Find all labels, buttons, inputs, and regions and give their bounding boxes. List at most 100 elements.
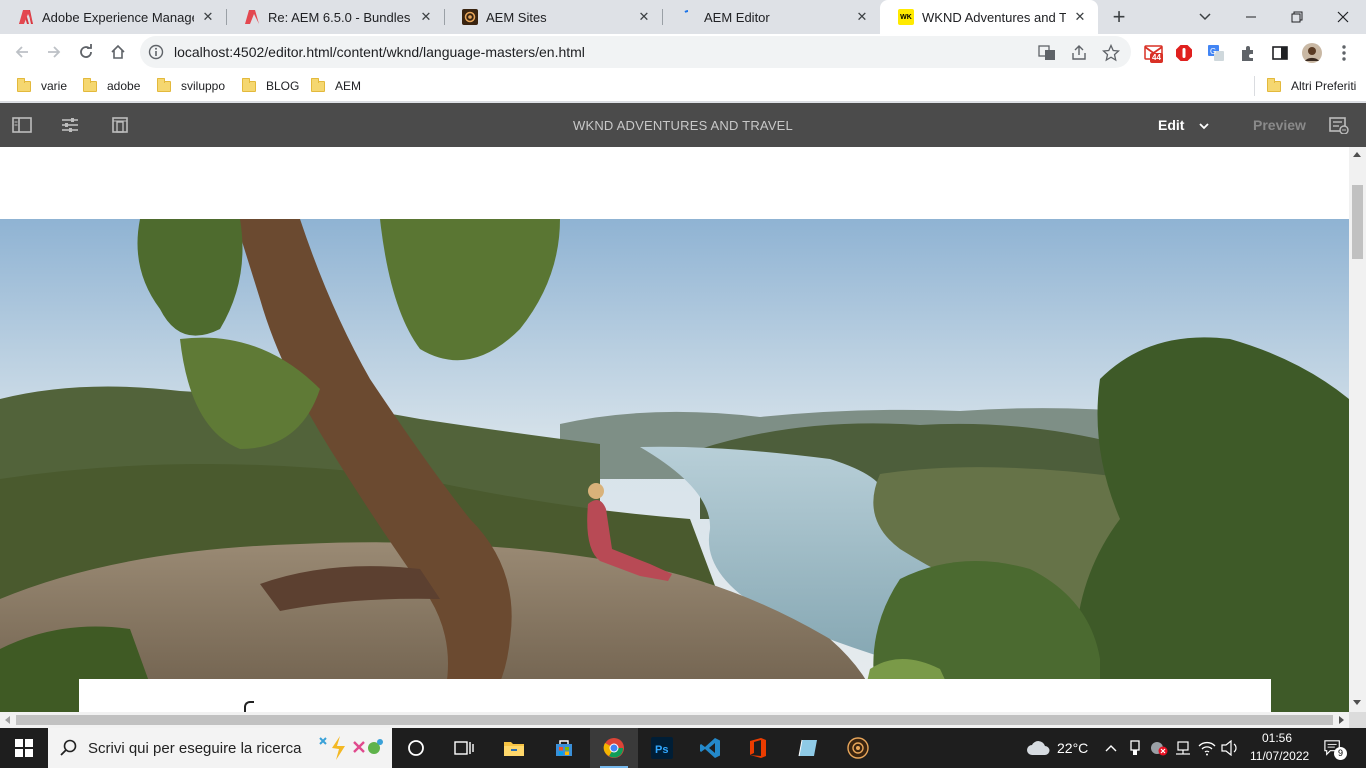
usb-device-icon[interactable] bbox=[1126, 739, 1144, 757]
vertical-scrollbar[interactable] bbox=[1349, 147, 1366, 712]
share-icon[interactable] bbox=[1070, 44, 1088, 62]
bookmark-folder-other[interactable]: Altri Preferiti bbox=[1267, 76, 1356, 96]
adblock-extension-icon[interactable] bbox=[1174, 43, 1194, 63]
forward-icon[interactable] bbox=[38, 36, 70, 68]
tab-title: Adobe Experience Manager W bbox=[42, 9, 194, 25]
scroll-right-icon[interactable] bbox=[1339, 716, 1344, 724]
aem-taskbar-icon[interactable] bbox=[834, 728, 882, 768]
site-info-icon[interactable] bbox=[148, 44, 164, 60]
bookmarks-bar: varie adobe sviluppo BLOG AEM Altri Pref… bbox=[0, 70, 1366, 102]
bookmark-label: BLOG bbox=[266, 79, 300, 93]
minimize-icon[interactable] bbox=[1231, 0, 1271, 34]
page-canvas[interactable] bbox=[0, 147, 1349, 712]
bookmark-folder-adobe[interactable]: adobe bbox=[83, 76, 140, 96]
translate-extension-icon[interactable]: G bbox=[1206, 43, 1226, 63]
adobe-icon bbox=[18, 9, 34, 25]
bookmark-folder-blog[interactable]: BLOG bbox=[242, 76, 299, 96]
security-alert-icon[interactable] bbox=[1150, 739, 1168, 757]
edit-mode-button[interactable]: Edit bbox=[1158, 117, 1184, 133]
scroll-thumb[interactable] bbox=[1352, 185, 1363, 259]
close-icon[interactable]: ✕ bbox=[1072, 9, 1088, 25]
bookmark-folder-varie[interactable]: varie bbox=[17, 76, 67, 96]
notification-badge: 9 bbox=[1334, 747, 1347, 760]
tab-title: AEM Editor bbox=[704, 9, 770, 25]
tab-title: WKND Adventures and Trave bbox=[922, 9, 1066, 25]
horizontal-scrollbar[interactable] bbox=[0, 712, 1349, 728]
file-explorer-icon[interactable] bbox=[490, 728, 538, 768]
folder-icon bbox=[157, 77, 171, 92]
svg-text:G: G bbox=[1210, 47, 1216, 56]
profile-avatar[interactable] bbox=[1302, 43, 1322, 63]
close-icon[interactable]: ✕ bbox=[854, 9, 870, 25]
bookmarks-divider bbox=[1254, 76, 1255, 96]
tab-search-icon[interactable] bbox=[1185, 0, 1225, 34]
chrome-taskbar-icon[interactable] bbox=[590, 728, 638, 768]
window-close-icon[interactable] bbox=[1323, 0, 1363, 34]
scroll-left-icon[interactable] bbox=[5, 716, 10, 724]
back-icon[interactable] bbox=[6, 36, 38, 68]
heading-fragment bbox=[244, 701, 254, 712]
restore-icon[interactable] bbox=[1277, 0, 1317, 34]
clock-date[interactable]: 11/07/2022 bbox=[1250, 749, 1309, 763]
aem-editor-toolbar: WKND ADVENTURES AND TRAVEL Edit Preview bbox=[0, 103, 1366, 147]
windows-taskbar: Scrivi qui per eseguire la ricerca Ps 22… bbox=[0, 728, 1366, 768]
scroll-thumb[interactable] bbox=[16, 715, 1333, 725]
close-icon[interactable]: ✕ bbox=[636, 9, 652, 25]
annotations-icon[interactable] bbox=[1328, 115, 1350, 135]
aem-icon bbox=[462, 9, 478, 25]
adobe-icon bbox=[244, 9, 260, 25]
browser-tab[interactable]: AEM Editor ✕ bbox=[662, 0, 880, 34]
folder-icon bbox=[311, 77, 325, 92]
app-icon[interactable] bbox=[784, 728, 832, 768]
bookmark-label: Altri Preferiti bbox=[1291, 79, 1357, 93]
gmail-extension-icon[interactable]: 44 bbox=[1144, 43, 1164, 63]
close-icon[interactable]: ✕ bbox=[200, 9, 216, 25]
reload-icon[interactable] bbox=[70, 36, 102, 68]
tab-title: AEM Sites bbox=[486, 9, 547, 25]
search-placeholder: Scrivi qui per eseguire la ricerca bbox=[88, 740, 302, 757]
side-panel-icon[interactable] bbox=[1270, 43, 1290, 63]
task-view-icon[interactable] bbox=[440, 728, 488, 768]
url-text[interactable]: localhost:4502/editor.html/content/wknd/… bbox=[174, 44, 585, 60]
address-bar[interactable]: localhost:4502/editor.html/content/wknd/… bbox=[140, 36, 1131, 68]
wknd-icon: WK bbox=[898, 9, 914, 25]
folder-icon bbox=[17, 77, 31, 92]
translate-icon[interactable] bbox=[1038, 44, 1056, 62]
hero-image[interactable] bbox=[0, 219, 1349, 712]
browser-tab[interactable]: Re: AEM 6.5.0 - Bundles Insta ✕ bbox=[226, 0, 444, 34]
temperature[interactable]: 22°C bbox=[1057, 740, 1088, 756]
bookmark-folder-aem[interactable]: AEM bbox=[311, 76, 361, 96]
network-ethernet-icon[interactable] bbox=[1174, 739, 1192, 757]
folder-icon bbox=[242, 77, 256, 92]
preview-button[interactable]: Preview bbox=[1253, 117, 1306, 133]
photoshop-icon[interactable]: Ps bbox=[638, 728, 686, 768]
wifi-icon[interactable] bbox=[1198, 739, 1216, 757]
chevron-up-icon[interactable] bbox=[1102, 739, 1120, 757]
gmail-badge: 44 bbox=[1150, 53, 1163, 63]
content-card bbox=[79, 679, 1271, 712]
browser-tab-active[interactable]: WK WKND Adventures and Trave ✕ bbox=[880, 0, 1098, 34]
close-icon[interactable]: ✕ bbox=[418, 9, 434, 25]
extensions-puzzle-icon[interactable] bbox=[1238, 43, 1258, 63]
new-tab-button[interactable]: + bbox=[1099, 0, 1139, 34]
scroll-down-icon[interactable] bbox=[1353, 700, 1361, 705]
chevron-down-icon[interactable] bbox=[1197, 119, 1211, 131]
volume-icon[interactable] bbox=[1221, 739, 1239, 757]
browser-tab[interactable]: Adobe Experience Manager W ✕ bbox=[0, 0, 226, 34]
taskbar-search-box[interactable]: Scrivi qui per eseguire la ricerca bbox=[48, 728, 392, 768]
home-icon[interactable] bbox=[102, 36, 134, 68]
notification-center-icon[interactable]: 9 bbox=[1324, 739, 1347, 760]
bookmark-folder-sviluppo[interactable]: sviluppo bbox=[157, 76, 225, 96]
cortana-icon[interactable] bbox=[392, 728, 440, 768]
weather-cloud-icon[interactable] bbox=[1026, 739, 1050, 757]
office-icon[interactable] bbox=[734, 728, 782, 768]
scroll-up-icon[interactable] bbox=[1353, 152, 1361, 157]
browser-tab[interactable]: AEM Sites ✕ bbox=[444, 0, 662, 34]
browser-menu-icon[interactable] bbox=[1334, 43, 1354, 63]
windows-start-icon[interactable] bbox=[0, 728, 48, 768]
bookmark-star-icon[interactable] bbox=[1102, 44, 1120, 62]
clock-time[interactable]: 01:56 bbox=[1262, 731, 1292, 745]
tab-strip: Adobe Experience Manager W ✕ Re: AEM 6.5… bbox=[0, 0, 1366, 34]
microsoft-store-icon[interactable] bbox=[540, 728, 588, 768]
vscode-icon[interactable] bbox=[686, 728, 734, 768]
